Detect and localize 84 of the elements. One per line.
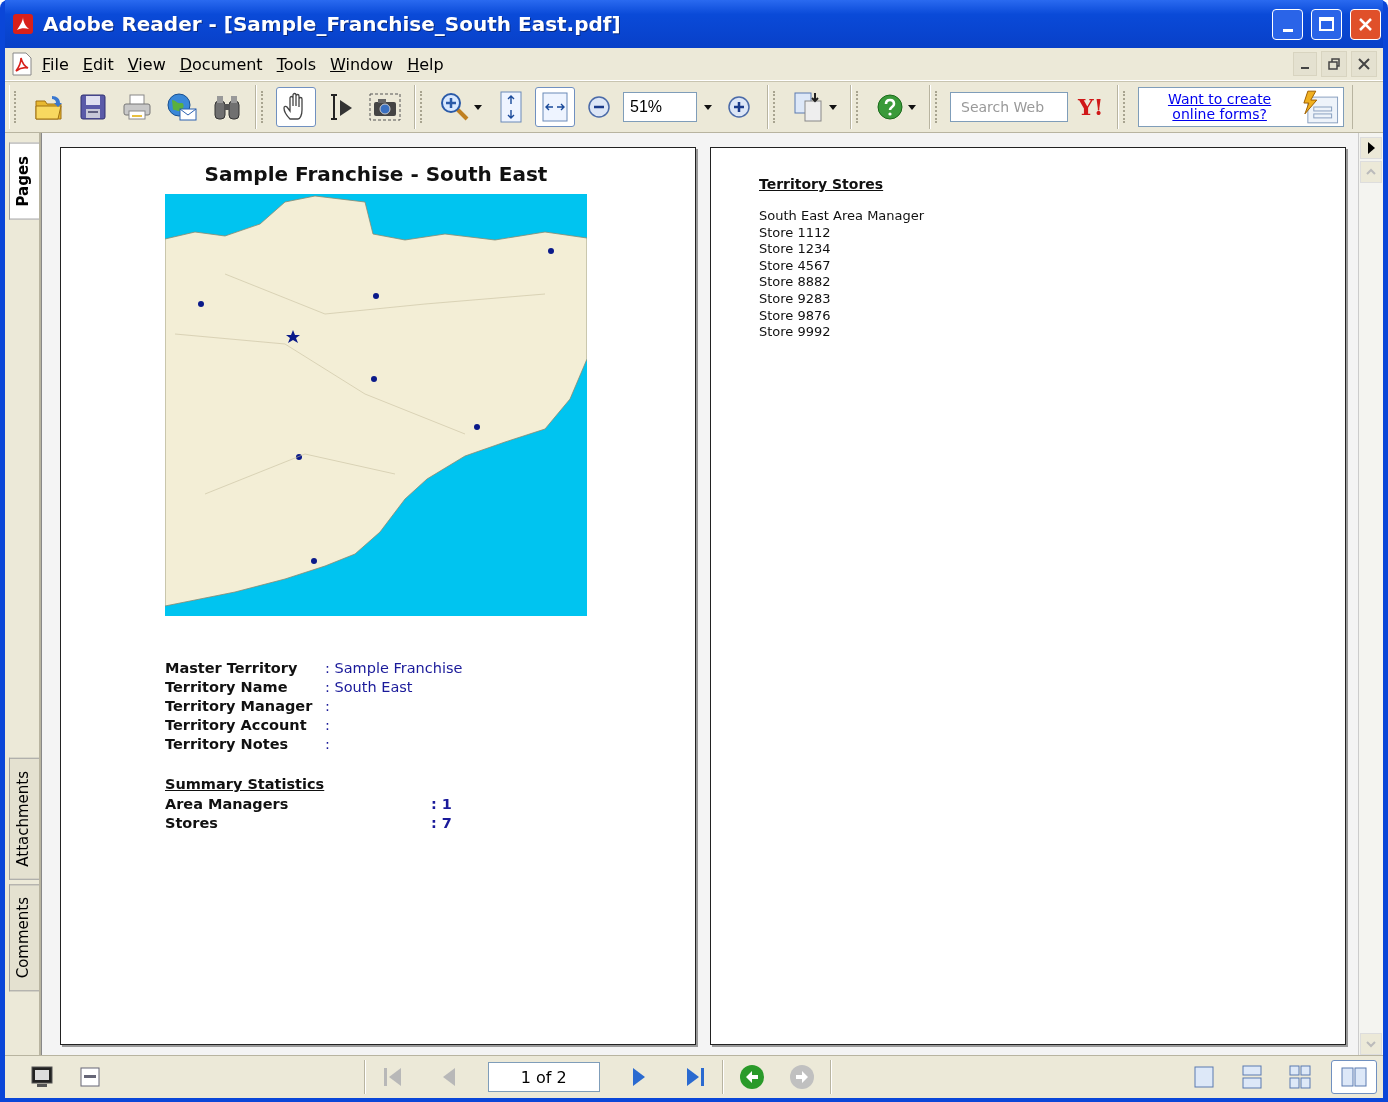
folder-icon [34, 93, 64, 121]
minimize-document-button[interactable] [1293, 52, 1317, 76]
store-list-item: Store 1112 [759, 224, 831, 242]
zoom-field[interactable]: 51% [623, 92, 697, 122]
search-logo[interactable]: Y! [1078, 94, 1104, 120]
minimize-icon [1301, 67, 1309, 69]
triangle-right-icon [1365, 142, 1377, 154]
facing-button[interactable] [1331, 1060, 1377, 1094]
stat-value: : 7 [431, 815, 453, 831]
camera-icon [369, 93, 401, 121]
section-heading: Territory Stores [759, 176, 884, 192]
store-list-item: Store 1234 [759, 241, 831, 258]
search-field[interactable]: Search Web [950, 92, 1068, 122]
caret-icon [829, 104, 837, 110]
minimize-icon [1282, 28, 1293, 32]
window-panel-icon [79, 1066, 101, 1088]
field-value: : [325, 736, 331, 752]
minimize-button[interactable] [1272, 8, 1303, 40]
help-icon [876, 93, 904, 121]
stat-value: : 1 [431, 796, 453, 812]
field-label: Territory Account [165, 717, 308, 733]
side-tab[interactable]: Comments [9, 883, 39, 991]
side-tab[interactable]: Attachments [9, 757, 39, 880]
menu-item[interactable]: Window [325, 52, 399, 76]
caret-icon [908, 104, 916, 110]
fit-page-icon [499, 91, 523, 123]
pages-icon [793, 91, 825, 123]
field-label: Territory Notes [165, 736, 290, 752]
magnifier-plus-icon [440, 92, 470, 122]
field-value: : Sample Franchise [325, 660, 464, 676]
field-label: Territory Manager [165, 698, 314, 714]
stat-label: Area Managers [165, 796, 290, 812]
zoom-in-icon [727, 95, 751, 119]
store-list-item: South East Area Manager [759, 208, 925, 225]
pdf-document-icon [11, 52, 33, 76]
menu-item[interactable]: Help [402, 52, 449, 76]
monitor-icon [30, 1065, 54, 1089]
continuous-pages-icon [1241, 1065, 1263, 1089]
menu-item[interactable]: View [122, 52, 171, 76]
side-tab[interactable]: Pages [9, 143, 39, 220]
section-heading: Summary Statistics [165, 776, 325, 792]
maximize-icon [1319, 17, 1334, 31]
globe-envelope-icon [166, 92, 198, 122]
promo-banner[interactable]: Want to create online forms? [1138, 87, 1345, 127]
app-logo-icon [11, 12, 35, 36]
field-value: : [325, 717, 331, 733]
close-button[interactable] [1350, 8, 1381, 40]
document-title: Sample Franchise - South East [203, 162, 549, 186]
restore-icon [1328, 58, 1340, 70]
panel-toggle-button[interactable] [1360, 137, 1382, 159]
window-title: Adobe Reader - [Sample_Franchise_South East.pdf] [43, 12, 622, 36]
field-value: : South East [325, 679, 414, 695]
menu-item[interactable]: Tools [271, 52, 322, 76]
printer-icon [122, 93, 152, 121]
field-label: Master Territory [165, 660, 299, 676]
caret-icon [704, 104, 712, 110]
close-icon [1358, 16, 1373, 32]
page-number-field[interactable]: 1 of 2 [487, 1062, 600, 1092]
restore-document-button[interactable] [1321, 51, 1347, 77]
field-label: Territory Name [165, 679, 289, 695]
fit-width-icon [541, 92, 569, 122]
hand-tool-button[interactable] [276, 87, 316, 127]
menu-item[interactable]: File [37, 52, 74, 76]
store-list-item: Store 4567 [759, 257, 831, 275]
stat-label: Stores [165, 815, 219, 831]
menu-item[interactable]: Document [174, 52, 268, 76]
binoculars-icon [212, 93, 242, 121]
field-value: : [325, 698, 331, 714]
chevron-down-icon [1365, 1038, 1377, 1050]
maximize-button[interactable] [1311, 8, 1342, 40]
single-page-icon [1193, 1065, 1215, 1089]
caret-icon [474, 104, 482, 110]
store-list-item: Store 9283 [759, 290, 831, 308]
store-list-item: Store 8882 [759, 274, 831, 291]
zoom-out-icon [587, 95, 611, 119]
continuous-facing-icon [1289, 1065, 1311, 1089]
facing-pages-icon [1341, 1066, 1367, 1088]
store-list-item: Store 9992 [759, 324, 831, 341]
close-document-button[interactable] [1351, 51, 1377, 77]
close-icon [1358, 58, 1370, 70]
store-list-item: Store 9876 [759, 307, 831, 325]
menu-item[interactable]: Edit [77, 52, 119, 76]
fit-width-button[interactable] [535, 87, 575, 127]
promo-link[interactable]: Want to create online forms? [1145, 92, 1294, 122]
